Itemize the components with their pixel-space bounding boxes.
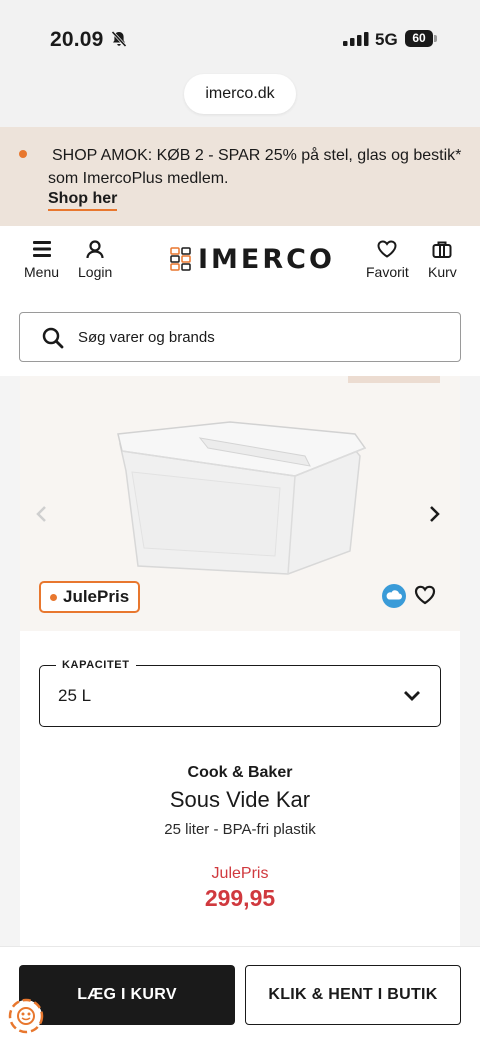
battery-nub bbox=[434, 35, 437, 42]
capacity-label: KAPACITET bbox=[56, 659, 136, 671]
loyalty-widget-icon[interactable] bbox=[8, 998, 44, 1034]
promo-text: SHOP AMOK: KØB 2 - SPAR 25% på stel, gla… bbox=[48, 144, 468, 190]
user-icon bbox=[86, 240, 104, 258]
status-time: 20.09 bbox=[50, 28, 104, 51]
login-label: Login bbox=[78, 264, 113, 280]
capacity-select[interactable] bbox=[39, 665, 441, 727]
capacity-value: 25 L bbox=[58, 686, 92, 705]
product-name: Sous Vide Kar bbox=[169, 787, 311, 812]
promo-shop-link[interactable]: Shop her bbox=[48, 189, 118, 211]
search-icon bbox=[42, 327, 64, 349]
logo-text: IMERCO bbox=[198, 243, 335, 275]
favorite-heart-icon[interactable] bbox=[414, 585, 436, 605]
site-header: Menu Login IMERCO Favorit Kurv bbox=[0, 226, 480, 302]
cart-button[interactable]: Kurv bbox=[428, 240, 457, 280]
search-input[interactable] bbox=[78, 313, 448, 361]
search-box[interactable] bbox=[19, 312, 461, 362]
chevron-left-icon[interactable] bbox=[34, 504, 50, 524]
bell-off-icon bbox=[111, 30, 127, 48]
imerco-logo[interactable]: IMERCO bbox=[170, 243, 335, 275]
promo-dot bbox=[19, 150, 27, 158]
browser-bar: imerco.dk bbox=[0, 72, 480, 127]
menu-label: Menu bbox=[24, 264, 60, 280]
promo-text-line1: SHOP AMOK: KØB 2 - SPAR 25% på stel, gla… bbox=[52, 147, 462, 164]
cart-bag-icon bbox=[432, 241, 452, 258]
login-button[interactable]: Login bbox=[78, 240, 112, 280]
url-pill[interactable]: imerco.dk bbox=[184, 74, 296, 114]
battery-icon: 60 bbox=[405, 30, 433, 47]
favorites-button[interactable]: Favorit bbox=[366, 240, 409, 280]
badge-label: JulePris bbox=[63, 587, 130, 606]
cloud-badge-icon bbox=[382, 584, 406, 608]
favorites-label: Favorit bbox=[366, 264, 409, 280]
price-label: JulePris bbox=[211, 865, 269, 882]
chevron-down-icon bbox=[404, 691, 420, 701]
hamburger-icon bbox=[32, 241, 51, 257]
julepris-badge: JulePris bbox=[39, 581, 141, 613]
signal-icon bbox=[343, 32, 369, 46]
network-type: 5G bbox=[375, 30, 398, 49]
heart-icon bbox=[377, 240, 397, 258]
product-description: 25 liter - BPA-fri plastik bbox=[164, 821, 316, 838]
badge-dot bbox=[50, 594, 57, 601]
image-tag-edge bbox=[348, 376, 440, 383]
status-bar: 20.09 5G 60 bbox=[0, 0, 480, 72]
imerco-logo-mark bbox=[170, 247, 191, 271]
chevron-right-icon[interactable] bbox=[426, 504, 442, 524]
cart-label: Kurv bbox=[428, 264, 457, 280]
menu-button[interactable]: Menu bbox=[24, 240, 59, 280]
product-brand[interactable]: Cook & Baker bbox=[0, 764, 480, 782]
click-collect-button[interactable]: KLIK & HENT I BUTIK bbox=[245, 965, 461, 1025]
add-to-cart-button[interactable]: LÆG I KURV bbox=[19, 965, 235, 1025]
product-price: 299,95 bbox=[204, 885, 276, 911]
promo-text-line2: som ImercoPlus medlem. bbox=[48, 170, 229, 187]
